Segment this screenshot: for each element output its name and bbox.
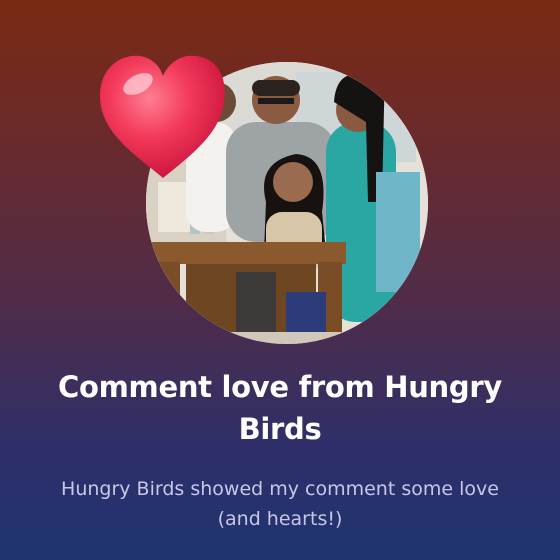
heart-icon xyxy=(94,50,232,186)
notification-screen: Comment love from Hungry Birds Hungry Bi… xyxy=(0,0,560,560)
notification-title: Comment love from Hungry Birds xyxy=(58,370,502,446)
notification-message: Hungry Birds showed my comment some love… xyxy=(61,478,499,530)
